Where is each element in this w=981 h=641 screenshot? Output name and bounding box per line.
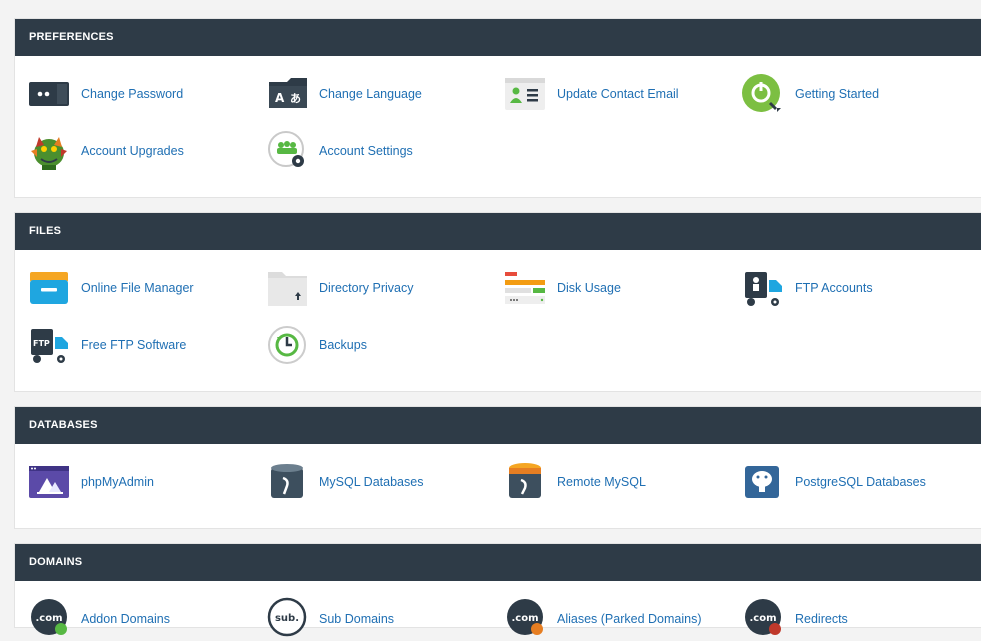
mysql-databases-link[interactable]: MySQL Databases [265,460,495,504]
change-password-link[interactable]: Change Password [27,72,257,116]
preferences-header: PREFERENCES [15,19,981,56]
postgresql-icon [741,460,787,504]
directory-privacy-icon [265,266,311,310]
addon-domains-badge: .com [35,613,62,624]
contact-email-icon [503,72,549,116]
ftp-accounts-icon [741,266,787,310]
svg-text:FTP: FTP [33,339,50,348]
redirects-icon: .com [741,597,787,641]
aliases-badge: .com [511,613,538,624]
free-ftp-software-link[interactable]: FTP Free FTP Software [27,323,257,367]
addon-domains-icon: .com [27,597,73,641]
aliases-link[interactable]: .com Aliases (Parked Domains) [503,597,733,641]
account-settings-icon [265,129,311,173]
backups-icon [265,323,311,367]
ftp-accounts-link[interactable]: FTP Accounts [741,266,971,310]
redirects-badge: .com [749,613,776,624]
sub-domains-icon: sub. [265,597,311,641]
mysql-databases-label: MySQL Databases [319,475,424,489]
domains-header: DOMAINS [15,544,981,581]
disk-usage-icon [503,266,549,310]
databases-header: DATABASES [15,407,981,444]
backups-link[interactable]: Backups [265,323,495,367]
change-language-link[interactable]: Aあ Change Language [265,72,495,116]
databases-panel: DATABASES phpMyAdmin MySQL Databases Rem… [14,406,981,529]
file-manager-icon [27,266,73,310]
preferences-panel: PREFERENCES Change Password Aあ Change La… [14,18,981,198]
svg-text:あ: あ [290,92,301,105]
postgresql-databases-link[interactable]: PostgreSQL Databases [741,460,971,504]
directory-privacy-label: Directory Privacy [319,281,414,295]
online-file-manager-link[interactable]: Online File Manager [27,266,257,310]
directory-privacy-link[interactable]: Directory Privacy [265,266,495,310]
phpmyadmin-label: phpMyAdmin [81,475,154,489]
update-contact-email-label: Update Contact Email [557,87,679,101]
phpmyadmin-icon [27,460,73,504]
update-contact-email-link[interactable]: Update Contact Email [503,72,733,116]
account-settings-link[interactable]: Account Settings [265,129,495,173]
disk-usage-link[interactable]: Disk Usage [503,266,733,310]
sub-domains-label: Sub Domains [319,612,395,626]
mysql-icon [265,460,311,504]
aliases-label: Aliases (Parked Domains) [557,612,702,626]
aliases-icon: .com [503,597,549,641]
free-ftp-icon: FTP [27,323,73,367]
redirects-label: Redirects [795,612,848,626]
language-icon: Aあ [265,72,311,116]
account-upgrades-label: Account Upgrades [81,144,184,158]
account-upgrades-icon [27,129,73,173]
password-icon [27,72,73,116]
sub-domains-badge: sub. [275,613,299,624]
free-ftp-software-label: Free FTP Software [81,338,187,352]
disk-usage-label: Disk Usage [557,281,621,295]
svg-text:A: A [275,91,285,105]
remote-mysql-icon [503,460,549,504]
change-password-label: Change Password [81,87,184,101]
ftp-accounts-label: FTP Accounts [795,281,873,295]
account-upgrades-link[interactable]: Account Upgrades [27,129,257,173]
backups-label: Backups [319,338,367,352]
account-settings-label: Account Settings [319,144,413,158]
addon-domains-label: Addon Domains [81,612,170,626]
sub-domains-link[interactable]: sub. Sub Domains [265,597,495,641]
phpmyadmin-link[interactable]: phpMyAdmin [27,460,257,504]
addon-domains-link[interactable]: .com Addon Domains [27,597,257,641]
domains-panel: DOMAINS .com Addon Domains sub. Sub Doma… [14,543,981,637]
online-file-manager-label: Online File Manager [81,281,194,295]
getting-started-label: Getting Started [795,87,880,101]
change-language-label: Change Language [319,87,422,101]
getting-started-link[interactable]: Getting Started [741,72,971,116]
remote-mysql-label: Remote MySQL [557,475,646,489]
getting-started-icon [741,72,787,116]
postgresql-databases-label: PostgreSQL Databases [795,475,926,489]
redirects-link[interactable]: .com Redirects [741,597,971,641]
files-header: FILES [15,213,981,250]
remote-mysql-link[interactable]: Remote MySQL [503,460,733,504]
files-panel: FILES Online File Manager Directory Priv… [14,212,981,392]
